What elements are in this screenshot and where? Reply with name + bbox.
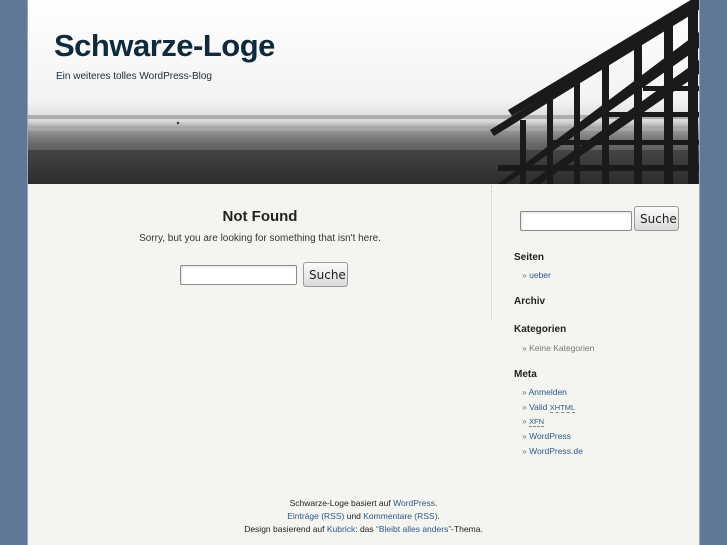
wordpress-link[interactable]: WordPress	[529, 431, 571, 441]
blog-description: Ein weiteres tolles WordPress-Blog	[56, 71, 212, 82]
footer: Schwarze-Loge basiert auf WordPress. Ein…	[28, 497, 699, 536]
sidebar-heading-categories: Kategorien	[514, 324, 567, 335]
xhtml-abbr: XHTML	[549, 403, 576, 413]
footer-wordpress-link[interactable]: WordPress	[393, 498, 435, 508]
sidebar: Suche Seiten » ueber Archiv Kategorien »…	[514, 184, 694, 474]
kubrick-link[interactable]: Kubrick	[327, 524, 355, 534]
sidebar-item-no-categories: » Keine Kategorien	[522, 343, 595, 353]
not-found-message: Sorry, but you are looking for something…	[139, 233, 381, 244]
footer-line-feeds: Einträge (RSS) und Kommentare (RSS).	[28, 510, 699, 523]
sidebar-search-button[interactable]: Suche	[634, 206, 679, 231]
sidebar-search-input[interactable]	[520, 211, 632, 231]
entries-rss-link[interactable]: Einträge (RSS)	[287, 511, 344, 521]
comments-rss-link[interactable]: Kommentare (RSS)	[363, 511, 437, 521]
meta-item-valid-xhtml[interactable]: » Valid XHTML	[522, 402, 576, 413]
main-search-input[interactable]	[180, 265, 297, 285]
content-sidebar-divider	[491, 186, 492, 320]
header-banner: Schwarze-Loge Ein weiteres tolles WordPr…	[28, 0, 699, 184]
sidebar-item-ueber[interactable]: » ueber	[522, 270, 551, 280]
login-link[interactable]: Anmelden	[529, 387, 567, 397]
valid-prefix: Valid	[529, 402, 550, 412]
footer-text: .	[437, 511, 440, 521]
meta-item-wordpress[interactable]: » WordPress	[522, 431, 571, 441]
footer-text: Design basierend auf	[244, 524, 327, 534]
footer-text: : das	[355, 524, 377, 534]
footer-text: und	[344, 511, 364, 521]
footer-text: Schwarze-Loge basiert auf	[289, 498, 394, 508]
main-content: Not Found Sorry, but you are looking for…	[28, 184, 492, 324]
footer-line-powered: Schwarze-Loge basiert auf WordPress.	[28, 497, 699, 510]
theme-link[interactable]: “Bleibt alles anders”	[376, 524, 451, 534]
valid-xhtml-link[interactable]: Valid XHTML	[529, 402, 576, 413]
sidebar-heading-pages: Seiten	[514, 252, 545, 263]
footer-text: .	[435, 498, 438, 508]
footer-line-design: Design basierend auf Kubrick: das “Bleib…	[28, 523, 699, 536]
footer-text: -Thema.	[451, 524, 483, 534]
wordpress-de-link[interactable]: WordPress.de	[529, 446, 583, 456]
page-link-ueber[interactable]: ueber	[529, 270, 551, 280]
sidebar-heading-archive: Archiv	[514, 296, 546, 307]
page-container: Schwarze-Loge Ein weiteres tolles WordPr…	[27, 0, 700, 545]
meta-item-wordpress-de[interactable]: » WordPress.de	[522, 446, 583, 456]
no-categories-text: Keine Kategorien	[529, 343, 595, 353]
meta-item-xfn[interactable]: » XFN	[522, 416, 545, 427]
sidebar-heading-meta: Meta	[514, 369, 537, 380]
not-found-heading: Not Found	[222, 208, 298, 225]
blog-title-link[interactable]: Schwarze-Loge	[54, 28, 275, 64]
xfn-link[interactable]: XFN	[529, 417, 545, 427]
meta-item-login[interactable]: » Anmelden	[522, 387, 567, 397]
main-search-button[interactable]: Suche	[303, 262, 348, 287]
